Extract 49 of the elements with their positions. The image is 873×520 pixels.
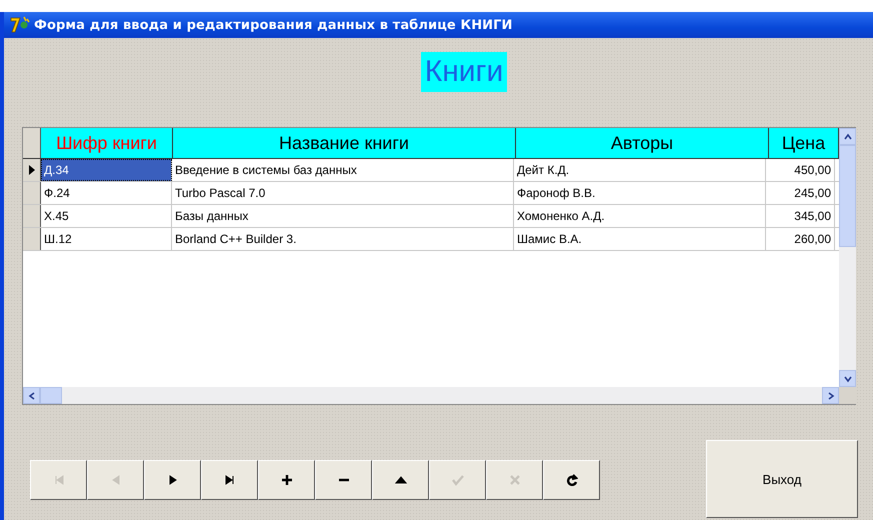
vertical-scrollbar[interactable] (839, 128, 856, 404)
last-button[interactable] (201, 460, 258, 500)
table-cell: Х.45 (41, 205, 172, 227)
table-cell: Borland C++ Builder 3. (172, 228, 514, 250)
table-cell: 345,00 (766, 205, 835, 227)
table-cell: Хомоненко А.Д. (514, 205, 766, 227)
form-heading: Книги (420, 52, 508, 92)
column-label: Название книги (279, 133, 409, 153)
app-icon (10, 16, 30, 34)
scrollbar-corner (839, 387, 856, 404)
column-label: Авторы (610, 133, 674, 153)
column-label: Шифр книги (56, 133, 157, 153)
table-cell: Дейт К.Д. (514, 159, 766, 181)
table-cell: 450,00 (766, 159, 835, 181)
refresh-button[interactable] (543, 460, 600, 500)
scroll-left-icon[interactable] (23, 387, 40, 404)
table-cell: Ш.12 (41, 228, 172, 250)
cancel-button[interactable] (486, 460, 543, 500)
table-cell: Ф.24 (41, 182, 172, 204)
table-cell: Д.34 (41, 159, 172, 181)
scroll-thumb[interactable] (40, 387, 62, 404)
table-cell: Введение в системы баз данных (172, 159, 514, 181)
next-button[interactable] (144, 460, 201, 500)
insert-button[interactable] (258, 460, 315, 500)
table-cell: Turbo Pascal 7.0 (172, 182, 514, 204)
row-indicator (23, 128, 41, 158)
window-title: Форма для ввода и редактирования данных в таблице КНИГИ (34, 18, 513, 32)
table-cell: Базы данных (172, 205, 514, 227)
scroll-up-icon[interactable] (839, 128, 856, 145)
post-button[interactable] (429, 460, 486, 500)
column-header[interactable]: Название книги (173, 128, 516, 158)
table-cell: 245,00 (766, 182, 835, 204)
column-header[interactable]: Цена (769, 128, 839, 158)
horizontal-scrollbar[interactable] (23, 387, 839, 404)
column-header[interactable]: Авторы (516, 128, 769, 158)
scroll-thumb[interactable] (839, 145, 856, 247)
current-row-icon (28, 165, 34, 175)
edit-button[interactable] (372, 460, 429, 500)
table-cell: Шамис В.А. (514, 228, 766, 250)
column-label: Цена (782, 133, 826, 153)
exit-button[interactable]: Выход (706, 440, 858, 518)
scroll-down-icon[interactable] (839, 370, 856, 387)
scroll-right-icon[interactable] (822, 387, 839, 404)
prior-button[interactable] (87, 460, 144, 500)
first-button[interactable] (30, 460, 87, 500)
delete-button[interactable] (315, 460, 372, 500)
row-indicator[interactable] (23, 159, 41, 181)
table-cell: Фароноф В.В. (514, 182, 766, 204)
table-cell: 260,00 (766, 228, 835, 250)
